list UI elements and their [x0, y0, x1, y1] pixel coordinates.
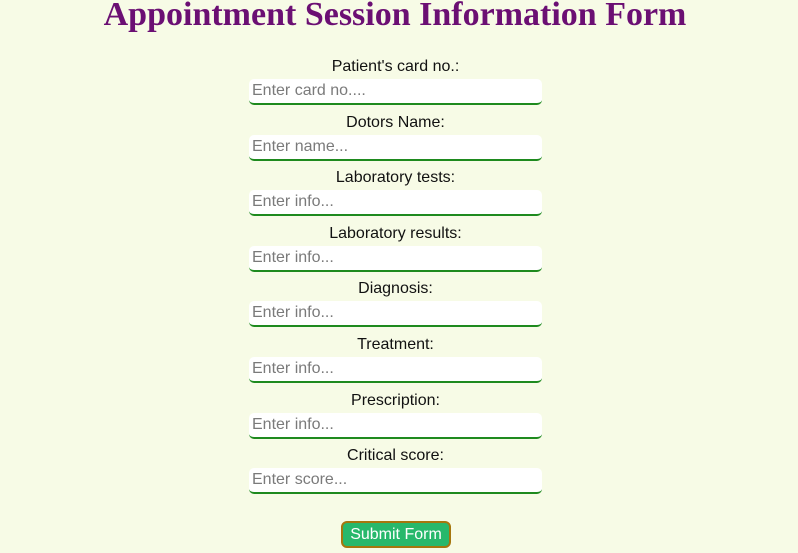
- critical-score-label: Critical score:: [347, 447, 444, 465]
- critical-score-input[interactable]: [249, 468, 542, 495]
- prescription-input[interactable]: [249, 412, 542, 439]
- laboratory-tests-label: Laboratory tests:: [335, 169, 456, 187]
- laboratory-results-input[interactable]: [249, 245, 542, 272]
- treatment-input[interactable]: [249, 356, 542, 383]
- field-diagnosis: Diagnosis:: [249, 279, 542, 335]
- field-critical-score: Critical score:: [249, 446, 542, 502]
- patient-card-label: Patient's card no.:: [331, 58, 460, 75]
- diagnosis-label: Diagnosis:: [358, 280, 433, 298]
- field-laboratory-tests: Laboratory tests:: [249, 168, 542, 224]
- patient-card-input[interactable]: [249, 79, 542, 105]
- appointment-form: Patient's card no.: Dotors Name: Laborat…: [249, 57, 542, 502]
- field-laboratory-results: Laboratory results:: [249, 224, 542, 280]
- doctor-name-input[interactable]: [249, 134, 542, 161]
- treatment-label: Treatment:: [357, 335, 434, 353]
- page-title: Appointment Session Information Form: [103, 0, 687, 33]
- laboratory-results-label: Laboratory results:: [329, 224, 462, 242]
- prescription-label: Prescription:: [351, 391, 440, 409]
- field-prescription: Prescription:: [249, 391, 542, 447]
- submit-form-button[interactable]: Submit Form: [341, 521, 451, 548]
- field-patient-card: Patient's card no.:: [249, 57, 542, 113]
- diagnosis-input[interactable]: [249, 301, 542, 328]
- field-doctor-name: Dotors Name:: [249, 113, 542, 169]
- doctor-name-label: Dotors Name:: [346, 113, 445, 131]
- laboratory-tests-input[interactable]: [249, 190, 542, 217]
- field-treatment: Treatment:: [249, 335, 542, 391]
